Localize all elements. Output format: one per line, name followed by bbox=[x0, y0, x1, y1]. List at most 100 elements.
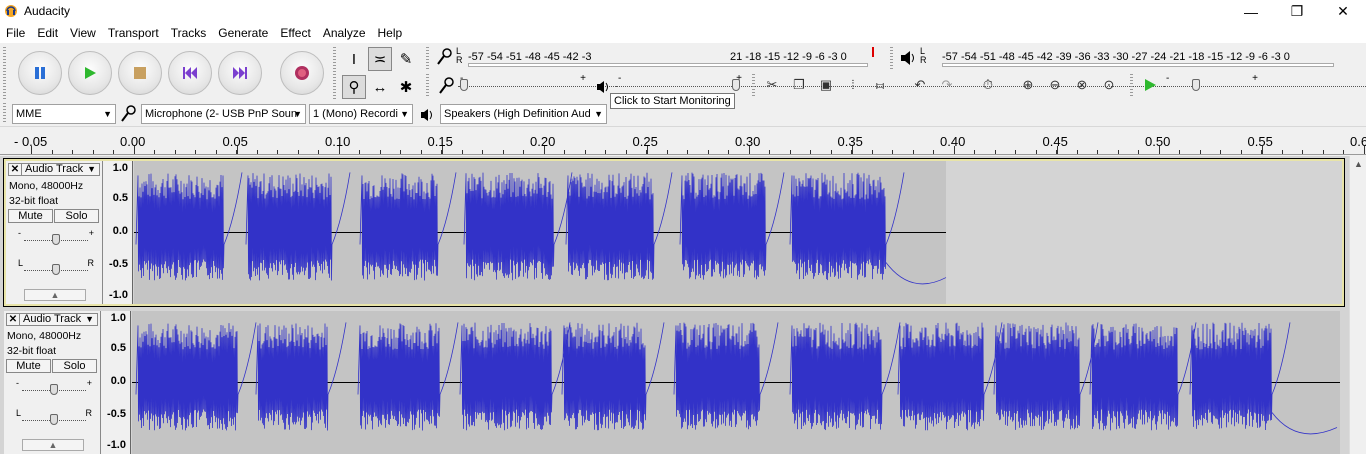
playback-meter[interactable]: LR -57 -54 -51 -48 -45 -42 -39 -36 -33 -… bbox=[898, 45, 1348, 69]
play-at-speed-button[interactable] bbox=[1138, 74, 1162, 96]
toolbar-grip[interactable] bbox=[3, 103, 6, 123]
toolbar-grip[interactable] bbox=[752, 74, 755, 96]
pan-thumb[interactable] bbox=[50, 414, 58, 425]
menu-file[interactable]: File bbox=[0, 23, 31, 43]
maximize-button[interactable]: ❐ bbox=[1274, 0, 1320, 23]
chevron-down-icon[interactable]: ▼ bbox=[87, 164, 96, 175]
play-button[interactable] bbox=[68, 51, 112, 95]
menu-transport[interactable]: Transport bbox=[102, 23, 165, 43]
toolbar-grip[interactable] bbox=[333, 47, 336, 99]
skip-to-end-button[interactable] bbox=[218, 51, 262, 95]
playback-volume-thumb[interactable] bbox=[732, 79, 740, 91]
menu-generate[interactable]: Generate bbox=[212, 23, 274, 43]
envelope-tool-button[interactable]: ≍ bbox=[368, 47, 392, 71]
chevron-down-icon[interactable]: ▼ bbox=[85, 314, 94, 325]
zoom-out-button[interactable]: ⊖ bbox=[1043, 74, 1067, 96]
waveform[interactable] bbox=[134, 161, 1342, 304]
pan-thumb[interactable] bbox=[52, 264, 60, 275]
sync-lock-button[interactable]: ⏱ bbox=[976, 74, 1000, 96]
solo-button[interactable]: Solo bbox=[54, 209, 99, 223]
collapse-track-button[interactable]: ▲ bbox=[22, 439, 84, 451]
zoom-tool-button[interactable]: ⚲ bbox=[342, 75, 366, 99]
paste-button[interactable]: ▣ bbox=[814, 74, 838, 96]
toolbar-grip[interactable] bbox=[890, 47, 893, 69]
toolbar-grip[interactable] bbox=[3, 47, 6, 99]
ruler-minor-tick bbox=[31, 150, 32, 154]
gain-thumb[interactable] bbox=[52, 234, 60, 245]
track-name-menu[interactable]: Audio Track bbox=[23, 314, 81, 325]
cut-button[interactable]: ✂ bbox=[760, 74, 784, 96]
close-window-button[interactable]: ✕ bbox=[1320, 0, 1366, 23]
close-track-icon[interactable]: ✕ bbox=[7, 314, 20, 325]
audio-track[interactable]: ✕ Audio Track ▼ Mono, 48000Hz 32-bit flo… bbox=[4, 311, 1344, 454]
clip-indicator bbox=[872, 47, 874, 57]
pan-slider[interactable]: L R bbox=[16, 408, 92, 427]
record-meter[interactable]: LR -57 -54 -51 -48 -45 -42 -3 21 -18 -15… bbox=[434, 45, 874, 69]
trim-button[interactable]: ⦙ bbox=[841, 74, 865, 96]
menu-help[interactable]: Help bbox=[372, 23, 409, 43]
selection-tool-button[interactable]: I bbox=[342, 47, 366, 71]
scroll-up-icon[interactable]: ▲ bbox=[1354, 159, 1363, 169]
multi-tool-button[interactable]: ✱ bbox=[394, 75, 418, 99]
menu-effect[interactable]: Effect bbox=[274, 23, 316, 43]
stop-button[interactable] bbox=[118, 51, 162, 95]
pan-slider[interactable]: L R bbox=[18, 258, 94, 277]
fit-selection-button[interactable]: ⊗ bbox=[1070, 74, 1094, 96]
toolbar-grip[interactable] bbox=[426, 47, 429, 69]
ruler-minor-tick bbox=[810, 150, 811, 154]
record-button[interactable] bbox=[280, 51, 324, 95]
playback-device-select[interactable]: Speakers (High Definition Aud ▼ bbox=[440, 104, 607, 124]
skip-to-start-button[interactable] bbox=[168, 51, 212, 95]
playback-volume-slider[interactable]: -+ bbox=[616, 73, 1366, 95]
recording-channels-select[interactable]: 1 (Mono) Recordi ▼ bbox=[309, 104, 413, 124]
fit-project-button[interactable]: ⊙ bbox=[1097, 74, 1121, 96]
ruler-minor-tick bbox=[421, 150, 422, 154]
draw-tool-button[interactable]: ✎ bbox=[394, 47, 418, 71]
minimize-button[interactable]: — bbox=[1228, 0, 1274, 23]
ruler-tick-label: 0.20 bbox=[530, 134, 556, 149]
toolbar-grip[interactable] bbox=[426, 74, 429, 96]
gain-thumb[interactable] bbox=[50, 384, 58, 395]
mute-button[interactable]: Mute bbox=[8, 209, 53, 223]
menu-analyze[interactable]: Analyze bbox=[317, 23, 372, 43]
zoom-in-icon: ⊕ bbox=[1022, 77, 1034, 92]
play-speed-slider[interactable]: - + bbox=[1164, 73, 1366, 95]
ruler-minor-tick bbox=[544, 150, 545, 154]
collapse-track-button[interactable]: ▲ bbox=[24, 289, 86, 301]
gain-slider[interactable]: - + bbox=[16, 378, 92, 397]
copy-button[interactable]: ❐ bbox=[787, 74, 811, 96]
track-name-menu[interactable]: Audio Track bbox=[25, 164, 83, 175]
speaker-icon bbox=[421, 109, 432, 121]
recording-device-select[interactable]: Microphone (2- USB PnP Soun ▼ bbox=[141, 104, 306, 124]
close-track-icon[interactable]: ✕ bbox=[9, 164, 22, 175]
timeline-ruler[interactable]: - 0.05 0.00 0.05 0.10 0.15 0.20 0.25 0.30 0.35 0.… bbox=[0, 128, 1366, 155]
menu-view[interactable]: View bbox=[64, 23, 102, 43]
recording-volume-slider[interactable]: -+ bbox=[458, 73, 1366, 95]
monitoring-tooltip: Click to Start Monitoring bbox=[610, 93, 735, 109]
audio-track[interactable]: ✕ Audio Track ▼ Mono, 48000Hz 32-bit flo… bbox=[3, 158, 1345, 307]
solo-button[interactable]: Solo bbox=[52, 359, 97, 373]
skip-start-icon bbox=[183, 67, 197, 79]
play-speed-thumb[interactable] bbox=[1192, 79, 1200, 91]
menu-edit[interactable]: Edit bbox=[31, 23, 64, 43]
recording-volume-thumb[interactable] bbox=[460, 79, 468, 91]
audio-host-select[interactable]: MME ▼ bbox=[12, 104, 116, 124]
menu-tracks[interactable]: Tracks bbox=[165, 23, 213, 43]
zoom-in-button[interactable]: ⊕ bbox=[1016, 74, 1040, 96]
amplitude-ruler[interactable]: 1.0 0.5 0.0 -0.5 -1.0 bbox=[103, 161, 133, 304]
ruler-tick-label: 0.00 bbox=[120, 134, 146, 149]
waveform[interactable] bbox=[132, 311, 1340, 454]
timeshift-tool-button[interactable]: ↔ bbox=[368, 75, 392, 99]
undo-button[interactable]: ↶ bbox=[908, 74, 932, 96]
ruler-minor-tick bbox=[749, 150, 750, 154]
ruler-minor-tick bbox=[236, 150, 237, 154]
vertical-scrollbar[interactable]: ▲ bbox=[1349, 156, 1366, 454]
amplitude-ruler[interactable]: 1.0 0.5 0.0 -0.5 -1.0 bbox=[101, 311, 131, 454]
pause-button[interactable] bbox=[18, 51, 62, 95]
toolbar-grip[interactable] bbox=[1130, 74, 1133, 96]
silence-button[interactable]: ⧦ bbox=[868, 74, 892, 96]
gain-slider[interactable]: - + bbox=[18, 228, 94, 247]
mute-button[interactable]: Mute bbox=[6, 359, 51, 373]
ruler-minor-tick bbox=[974, 150, 975, 154]
redo-button[interactable]: ↷ bbox=[935, 74, 959, 96]
